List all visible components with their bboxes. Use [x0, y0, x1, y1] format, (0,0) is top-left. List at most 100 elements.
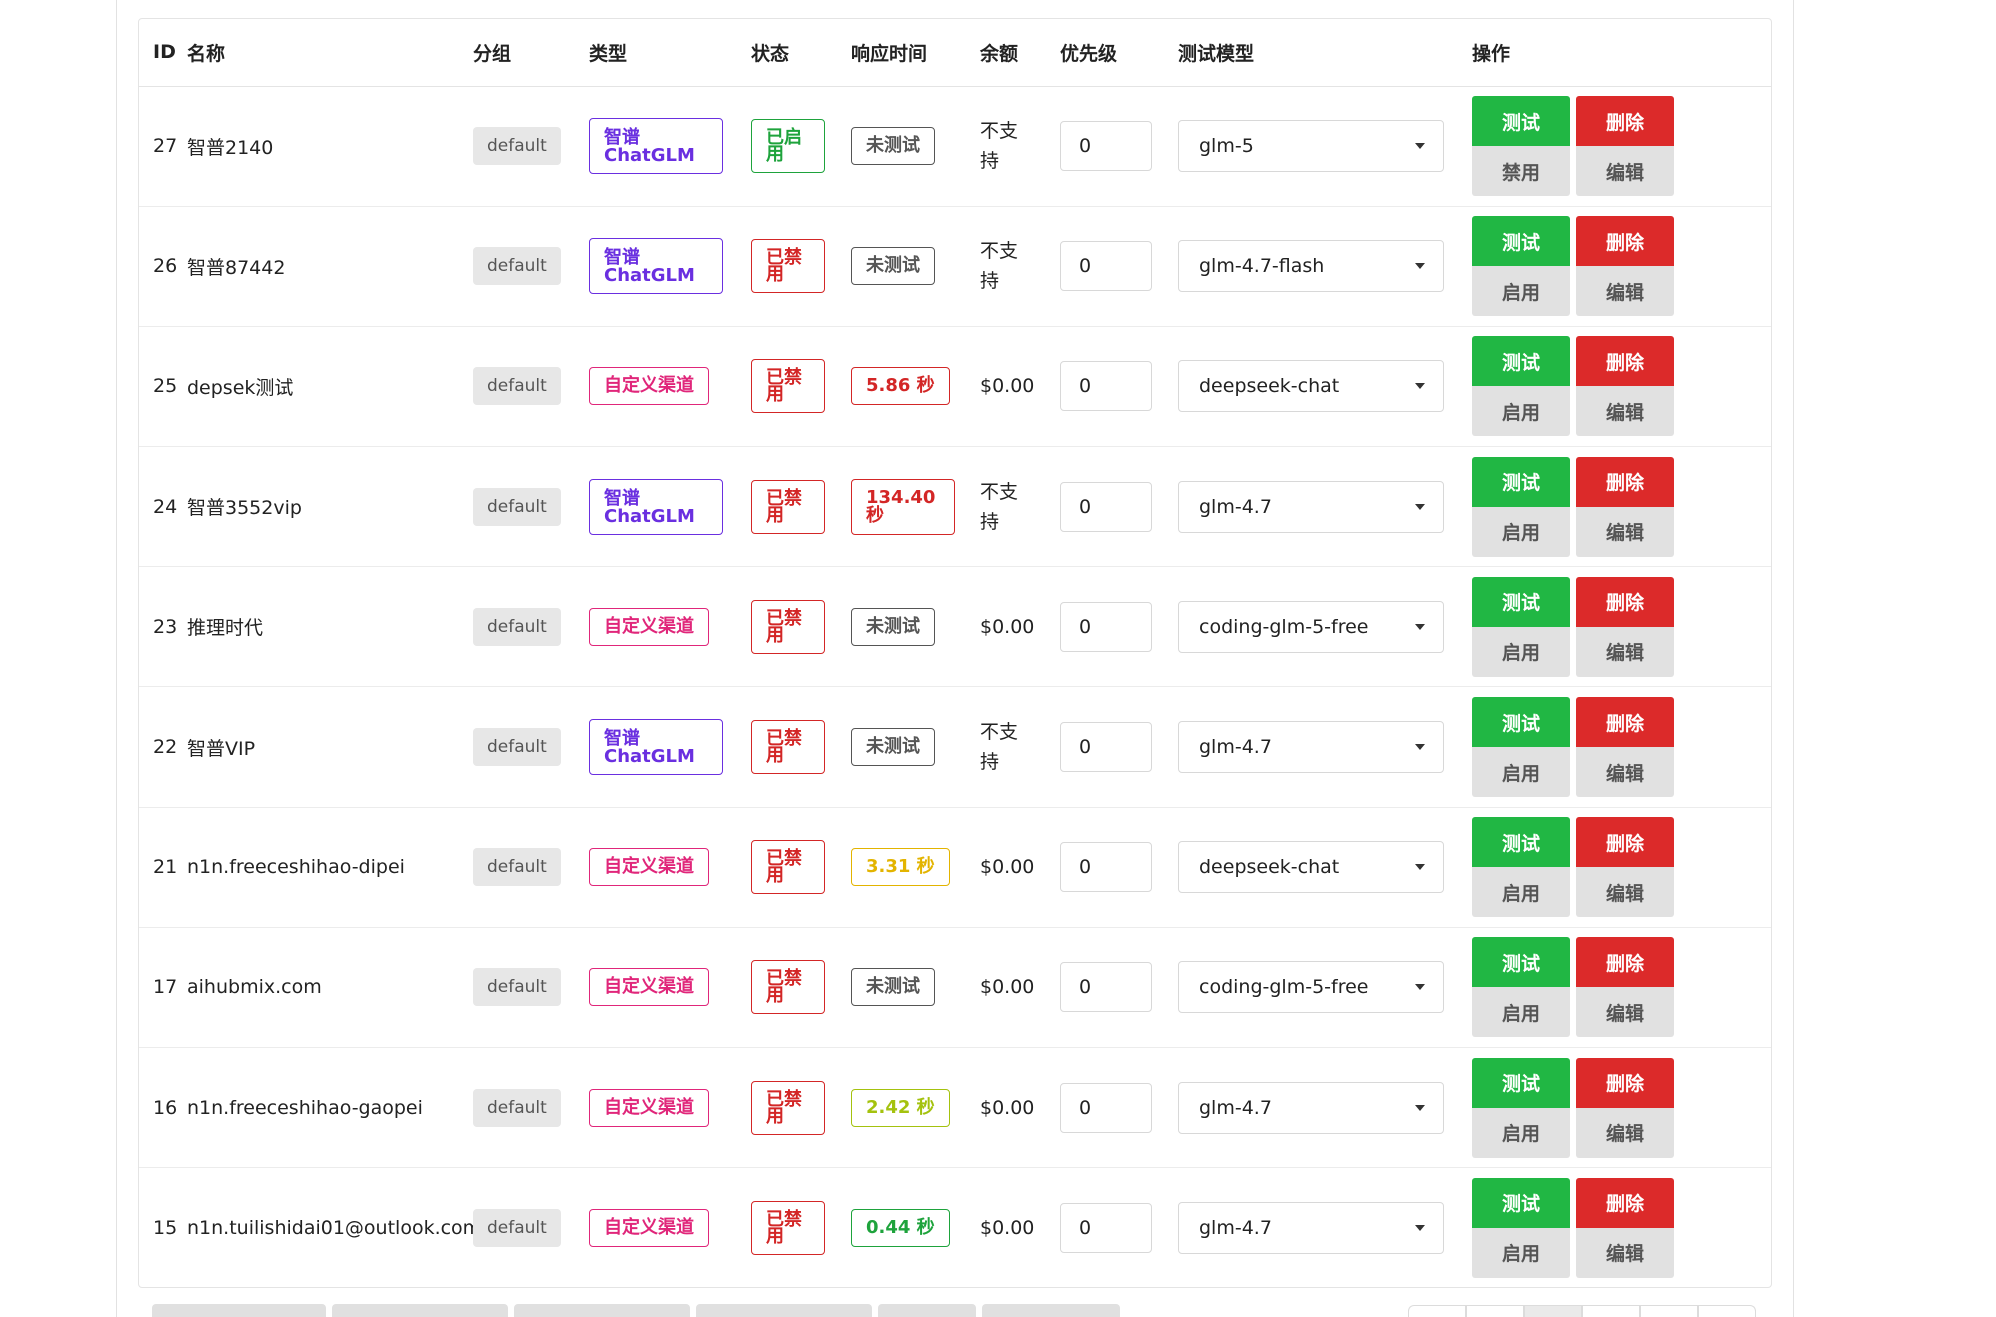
delete-button[interactable]: 删除 — [1576, 817, 1674, 868]
priority-input[interactable] — [1060, 601, 1152, 652]
response-time-tag[interactable]: 未测试 — [851, 127, 935, 166]
balance-value[interactable]: $0.00 — [980, 371, 1034, 401]
pagination-item[interactable] — [1698, 1305, 1756, 1317]
toggle-enable-button[interactable]: 启用 — [1472, 1107, 1570, 1158]
test-button[interactable]: 测试 — [1472, 96, 1570, 147]
balance-value[interactable]: $0.00 — [980, 852, 1034, 882]
balance-value[interactable]: $0.00 — [980, 612, 1034, 642]
delete-button[interactable]: 删除 — [1576, 96, 1674, 147]
test-button[interactable]: 测试 — [1472, 697, 1570, 748]
test-model-select[interactable]: glm-4.7 — [1178, 1201, 1444, 1254]
response-time-tag[interactable]: 2.42 秒 — [851, 1088, 950, 1127]
test-model-select[interactable]: coding-glm-5-free — [1178, 961, 1444, 1014]
test-button[interactable]: 测试 — [1472, 937, 1570, 988]
delete-button[interactable]: 删除 — [1576, 456, 1674, 507]
edit-button[interactable]: 编辑 — [1576, 747, 1674, 798]
edit-button[interactable]: 编辑 — [1576, 1107, 1674, 1158]
header-status[interactable]: 状态 — [751, 19, 851, 87]
balance-value[interactable]: $0.00 — [980, 1213, 1034, 1243]
pagination-item[interactable] — [1524, 1305, 1582, 1317]
toggle-enable-button[interactable]: 启用 — [1472, 1227, 1570, 1278]
delete-button[interactable]: 删除 — [1576, 336, 1674, 387]
delete-button[interactable]: 删除 — [1576, 576, 1674, 627]
toggle-enable-button[interactable]: 禁用 — [1472, 146, 1570, 197]
test-model-select[interactable]: deepseek-chat — [1178, 360, 1444, 413]
delete-button[interactable]: 删除 — [1576, 216, 1674, 267]
header-id[interactable]: ID — [139, 19, 187, 87]
header-response-time[interactable]: 响应时间 — [851, 19, 980, 87]
test-model-select[interactable]: glm-4.7 — [1178, 480, 1444, 533]
balance-value[interactable]: $0.00 — [980, 972, 1034, 1002]
header-group[interactable]: 分组 — [473, 19, 589, 87]
header-balance[interactable]: 余额 — [980, 19, 1060, 87]
priority-input[interactable] — [1060, 962, 1152, 1013]
edit-button[interactable]: 编辑 — [1576, 867, 1674, 918]
test-button[interactable]: 测试 — [1472, 817, 1570, 868]
test-model-select[interactable]: glm-5 — [1178, 120, 1444, 173]
pagination-item[interactable] — [1408, 1305, 1466, 1317]
test-button[interactable]: 测试 — [1472, 1057, 1570, 1108]
pagination-item[interactable] — [1582, 1305, 1640, 1317]
delete-button[interactable]: 删除 — [1576, 937, 1674, 988]
test-model-select[interactable]: glm-4.7 — [1178, 721, 1444, 774]
response-time-tag[interactable]: 5.86 秒 — [851, 367, 950, 406]
response-time-tag[interactable]: 134.40 秒 — [851, 478, 955, 535]
edit-button[interactable]: 编辑 — [1576, 626, 1674, 677]
priority-input[interactable] — [1060, 842, 1152, 893]
header-type[interactable]: 类型 — [589, 19, 751, 87]
test-model-select[interactable]: glm-4.7 — [1178, 1081, 1444, 1134]
balance-value[interactable]: 不支持 — [980, 717, 1022, 777]
balance-value[interactable]: 不支持 — [980, 236, 1022, 296]
toggle-enable-button[interactable]: 启用 — [1472, 867, 1570, 918]
delete-button[interactable]: 删除 — [1576, 1177, 1674, 1228]
edit-button[interactable]: 编辑 — [1576, 1227, 1674, 1278]
edit-button[interactable]: 编辑 — [1576, 987, 1674, 1038]
test-button[interactable]: 测试 — [1472, 576, 1570, 627]
priority-input[interactable] — [1060, 241, 1152, 292]
test-button[interactable]: 测试 — [1472, 456, 1570, 507]
toggle-enable-button[interactable]: 启用 — [1472, 266, 1570, 317]
test-button[interactable]: 测试 — [1472, 336, 1570, 387]
balance-value[interactable]: 不支持 — [980, 116, 1022, 176]
bulk-action-button[interactable] — [982, 1304, 1120, 1317]
response-time-tag[interactable]: 未测试 — [851, 728, 935, 767]
edit-button[interactable]: 编辑 — [1576, 146, 1674, 197]
test-model-select[interactable]: coding-glm-5-free — [1178, 600, 1444, 653]
bulk-action-button[interactable] — [514, 1304, 690, 1317]
header-priority[interactable]: 优先级 — [1060, 19, 1178, 87]
priority-input[interactable] — [1060, 722, 1152, 773]
priority-input[interactable] — [1060, 1082, 1152, 1133]
priority-input[interactable] — [1060, 121, 1152, 172]
response-time-tag[interactable]: 0.44 秒 — [851, 1208, 950, 1247]
response-time-tag[interactable]: 未测试 — [851, 607, 935, 646]
edit-button[interactable]: 编辑 — [1576, 386, 1674, 437]
bulk-action-button[interactable] — [696, 1304, 872, 1317]
response-time-tag[interactable]: 3.31 秒 — [851, 848, 950, 887]
toggle-enable-button[interactable]: 启用 — [1472, 987, 1570, 1038]
response-time-tag[interactable]: 未测试 — [851, 968, 935, 1007]
test-model-select[interactable]: deepseek-chat — [1178, 841, 1444, 894]
toggle-enable-button[interactable]: 启用 — [1472, 626, 1570, 677]
toggle-enable-button[interactable]: 启用 — [1472, 747, 1570, 798]
edit-button[interactable]: 编辑 — [1576, 266, 1674, 317]
priority-input[interactable] — [1060, 481, 1152, 532]
header-name[interactable]: 名称 — [187, 19, 473, 87]
balance-value[interactable]: $0.00 — [980, 1093, 1034, 1123]
toggle-enable-button[interactable]: 启用 — [1472, 506, 1570, 557]
pagination-item[interactable] — [1640, 1305, 1698, 1317]
bulk-action-button[interactable] — [152, 1304, 326, 1317]
priority-input[interactable] — [1060, 361, 1152, 412]
bulk-action-button[interactable] — [332, 1304, 508, 1317]
test-model-select[interactable]: glm-4.7-flash — [1178, 240, 1444, 293]
response-time-tag[interactable]: 未测试 — [851, 247, 935, 286]
delete-button[interactable]: 删除 — [1576, 1057, 1674, 1108]
balance-value[interactable]: 不支持 — [980, 477, 1022, 537]
delete-button[interactable]: 删除 — [1576, 697, 1674, 748]
pagination-item[interactable] — [1466, 1305, 1524, 1317]
bulk-action-button[interactable] — [878, 1304, 976, 1317]
priority-input[interactable] — [1060, 1202, 1152, 1253]
test-button[interactable]: 测试 — [1472, 1177, 1570, 1228]
test-button[interactable]: 测试 — [1472, 216, 1570, 267]
edit-button[interactable]: 编辑 — [1576, 506, 1674, 557]
toggle-enable-button[interactable]: 启用 — [1472, 386, 1570, 437]
